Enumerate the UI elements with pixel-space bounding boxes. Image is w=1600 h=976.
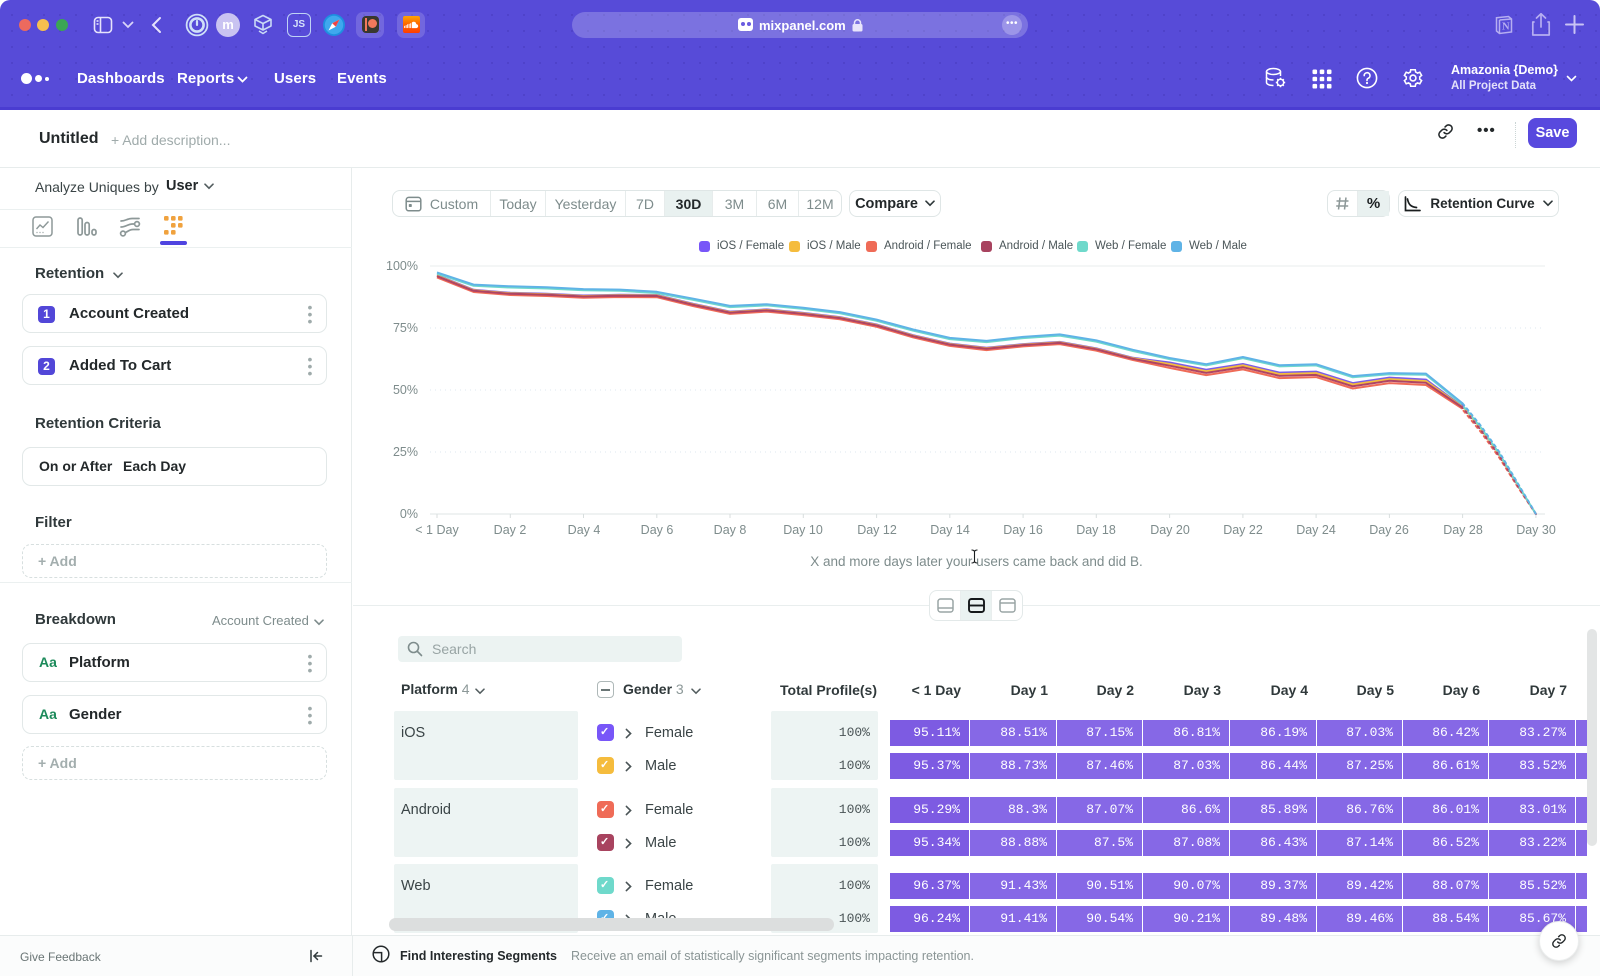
svg-text:25%: 25%	[393, 445, 418, 459]
svg-text:Day 24: Day 24	[1296, 523, 1336, 537]
svg-text:Day 6: Day 6	[641, 523, 674, 537]
svg-text:Day 18: Day 18	[1076, 523, 1116, 537]
svg-text:< 1 Day: < 1 Day	[415, 523, 459, 537]
svg-text:Day 20: Day 20	[1150, 523, 1190, 537]
svg-text:50%: 50%	[393, 383, 418, 397]
svg-text:0%: 0%	[400, 507, 418, 521]
svg-text:Day 22: Day 22	[1223, 523, 1263, 537]
svg-text:Day 26: Day 26	[1369, 523, 1409, 537]
svg-text:Day 2: Day 2	[494, 523, 527, 537]
svg-text:Day 14: Day 14	[930, 523, 970, 537]
svg-text:Day 4: Day 4	[568, 523, 601, 537]
svg-text:Day 12: Day 12	[857, 523, 897, 537]
svg-text:100%: 100%	[386, 259, 418, 273]
svg-text:75%: 75%	[393, 321, 418, 335]
svg-text:Day 8: Day 8	[714, 523, 747, 537]
svg-text:Day 16: Day 16	[1003, 523, 1043, 537]
svg-text:N: N	[1502, 22, 1510, 33]
svg-text:Day 28: Day 28	[1443, 523, 1483, 537]
svg-text:Day 10: Day 10	[783, 523, 823, 537]
svg-text:Day 30: Day 30	[1516, 523, 1556, 537]
